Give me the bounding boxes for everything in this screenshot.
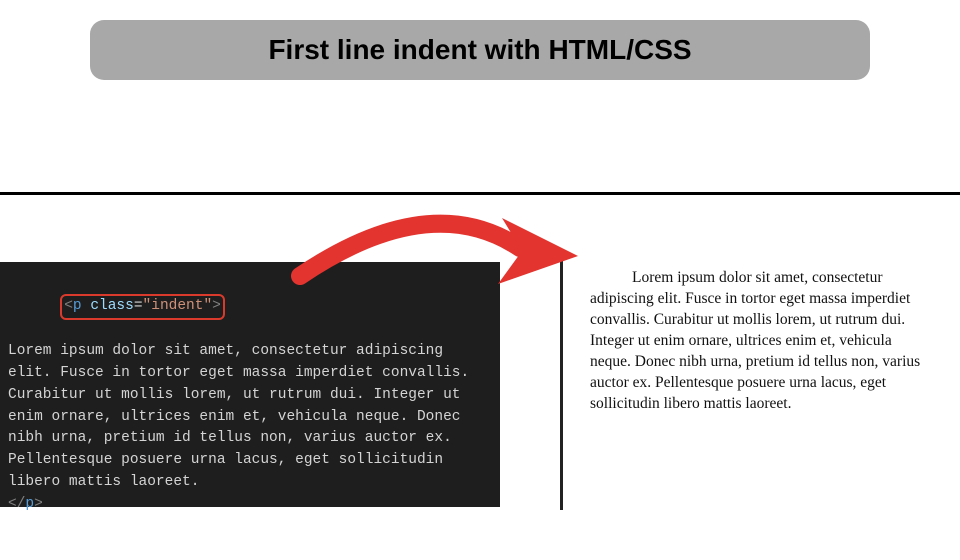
attr-value: "indent" [143, 298, 213, 314]
vertical-divider [560, 250, 563, 510]
code-editor-panel: <p class="indent"> Lorem ipsum dolor sit… [0, 262, 500, 507]
code-body-text: Lorem ipsum dolor sit amet, consectetur … [8, 341, 488, 493]
angle-bracket: < [64, 298, 73, 314]
page-title: First line indent with HTML/CSS [90, 20, 870, 80]
rendered-output-panel: Lorem ipsum dolor sit amet, consectetur … [590, 268, 930, 414]
angle-bracket: > [34, 496, 43, 512]
horizontal-divider [0, 192, 960, 195]
code-open-tag-line: <p class="indent"> [8, 272, 488, 341]
attr-name: class [90, 298, 134, 314]
rendered-paragraph: Lorem ipsum dolor sit amet, consectetur … [590, 268, 930, 414]
tag-name: p [25, 496, 34, 512]
highlighted-open-tag: <p class="indent"> [60, 294, 225, 320]
tag-name: p [73, 298, 82, 314]
equals-sign: = [134, 298, 143, 314]
code-close-tag-line: </p> [8, 494, 488, 516]
angle-bracket: </ [8, 496, 25, 512]
angle-bracket: > [212, 298, 221, 314]
